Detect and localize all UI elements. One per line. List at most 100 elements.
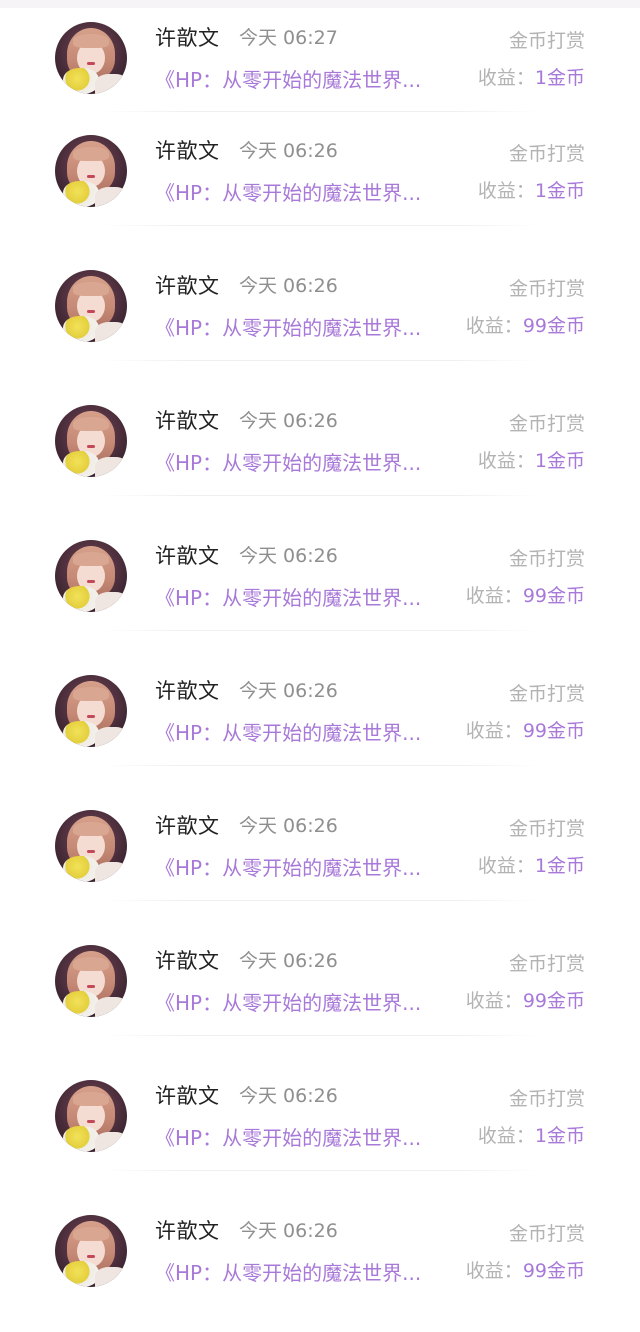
earnings-label: 收益： [465,315,523,337]
list-item[interactable]: 许歆文 今天 06:26 金币打赏 《HP：从零开始的魔法世界... 收益：99… [0,923,640,1058]
divider [100,111,540,112]
earnings-amount: 1金币 [534,450,585,472]
book-title-link[interactable]: 《HP：从零开始的魔法世界... [155,66,455,94]
user-name: 许歆文 [155,274,220,298]
record-type: 金币打赏 [508,413,585,435]
book-title-link[interactable]: 《HP：从零开始的魔法世界... [155,449,455,477]
user-name: 许歆文 [155,679,220,703]
user-avatar[interactable] [55,675,127,747]
earnings: 收益：99金币 [466,717,585,745]
record-time: 今天 06:26 [239,815,338,837]
user-avatar[interactable] [55,1080,127,1152]
list-item[interactable]: 许歆文 今天 06:26 金币打赏 《HP：从零开始的魔法世界... 收益：99… [0,653,640,788]
user-name: 许歆文 [155,1084,220,1108]
divider [100,495,540,496]
earnings-amount: 1金币 [534,180,585,202]
earnings-label: 收益： [477,1125,535,1147]
earnings-label: 收益： [477,450,535,472]
record-type: 金币打赏 [508,683,585,705]
record-type: 金币打赏 [508,818,585,840]
record-time: 今天 06:26 [239,1220,338,1242]
book-title-link[interactable]: 《HP：从零开始的魔法世界... [155,1124,455,1152]
list-item[interactable]: 许歆文 今天 06:26 金币打赏 《HP：从零开始的魔法世界... 收益：1金… [0,1058,640,1193]
earnings-label: 收益： [465,990,523,1012]
user-name: 许歆文 [155,949,220,973]
earnings-label: 收益： [465,585,523,607]
list-item[interactable]: 许歆文 今天 06:26 金币打赏 《HP：从零开始的魔法世界... 收益：99… [0,518,640,653]
user-avatar[interactable] [55,540,127,612]
earnings-amount: 1金币 [534,855,585,877]
list-item[interactable]: 许歆文 今天 06:26 金币打赏 《HP：从零开始的魔法世界... 收益：1金… [0,788,640,923]
earnings-label: 收益： [465,1260,523,1282]
user-avatar[interactable] [55,22,127,94]
user-avatar[interactable] [55,810,127,882]
record-type: 金币打赏 [508,953,585,975]
user-name: 许歆文 [155,139,220,163]
divider [100,225,540,226]
earnings: 收益：1金币 [478,64,585,92]
book-title-link[interactable]: 《HP：从零开始的魔法世界... [155,314,455,342]
book-title-link[interactable]: 《HP：从零开始的魔法世界... [155,719,455,747]
earnings-label: 收益： [465,720,523,742]
divider [100,765,540,766]
earnings: 收益：99金币 [466,582,585,610]
earnings-amount: 99金币 [522,585,585,607]
user-avatar[interactable] [55,1215,127,1287]
divider [100,1170,540,1171]
record-type: 金币打赏 [508,143,585,165]
user-name: 许歆文 [155,409,220,433]
earnings-amount: 99金币 [522,990,585,1012]
book-title-link[interactable]: 《HP：从零开始的魔法世界... [155,989,455,1017]
record-time: 今天 06:26 [239,140,338,162]
earnings-amount: 99金币 [522,315,585,337]
record-type: 金币打赏 [508,1088,585,1110]
earnings-amount: 99金币 [522,720,585,742]
record-time: 今天 06:26 [239,275,338,297]
book-title-link[interactable]: 《HP：从零开始的魔法世界... [155,1259,455,1287]
user-avatar[interactable] [55,135,127,207]
user-name: 许歆文 [155,1219,220,1243]
record-type: 金币打赏 [508,30,585,52]
earnings-label: 收益： [477,180,535,202]
earnings: 收益：1金币 [478,852,585,880]
earnings: 收益：99金币 [466,312,585,340]
record-time: 今天 06:26 [239,410,338,432]
record-time: 今天 06:27 [239,27,338,49]
book-title-link[interactable]: 《HP：从零开始的魔法世界... [155,179,455,207]
user-avatar[interactable] [55,405,127,477]
earnings: 收益：1金币 [478,447,585,475]
divider [100,900,540,901]
record-time: 今天 06:26 [239,545,338,567]
record-type: 金币打赏 [508,278,585,300]
user-name: 许歆文 [155,814,220,838]
earnings-amount: 1金币 [534,1125,585,1147]
reward-record-list: 许歆文 今天 06:27 金币打赏 《HP：从零开始的魔法世界... 收益：1金… [0,0,640,1328]
user-avatar[interactable] [55,945,127,1017]
record-time: 今天 06:26 [239,1085,338,1107]
record-type: 金币打赏 [508,1223,585,1245]
divider [100,1035,540,1036]
user-avatar[interactable] [55,270,127,342]
list-item[interactable]: 许歆文 今天 06:27 金币打赏 《HP：从零开始的魔法世界... 收益：1金… [0,0,640,113]
list-item[interactable]: 许歆文 今天 06:26 金币打赏 《HP：从零开始的魔法世界... 收益：99… [0,1193,640,1328]
earnings: 收益：99金币 [466,987,585,1015]
earnings: 收益：1金币 [478,1122,585,1150]
book-title-link[interactable]: 《HP：从零开始的魔法世界... [155,854,455,882]
earnings: 收益：99金币 [466,1257,585,1285]
record-type: 金币打赏 [508,548,585,570]
record-time: 今天 06:26 [239,950,338,972]
divider [100,630,540,631]
list-item[interactable]: 许歆文 今天 06:26 金币打赏 《HP：从零开始的魔法世界... 收益：1金… [0,113,640,248]
user-name: 许歆文 [155,26,220,50]
list-item[interactable]: 许歆文 今天 06:26 金币打赏 《HP：从零开始的魔法世界... 收益：99… [0,248,640,383]
earnings-amount: 99金币 [522,1260,585,1282]
earnings: 收益：1金币 [478,177,585,205]
earnings-label: 收益： [477,855,535,877]
earnings-amount: 1金币 [534,67,585,89]
list-item[interactable]: 许歆文 今天 06:26 金币打赏 《HP：从零开始的魔法世界... 收益：1金… [0,383,640,518]
divider [100,360,540,361]
earnings-label: 收益： [477,67,535,89]
book-title-link[interactable]: 《HP：从零开始的魔法世界... [155,584,455,612]
user-name: 许歆文 [155,544,220,568]
record-time: 今天 06:26 [239,680,338,702]
